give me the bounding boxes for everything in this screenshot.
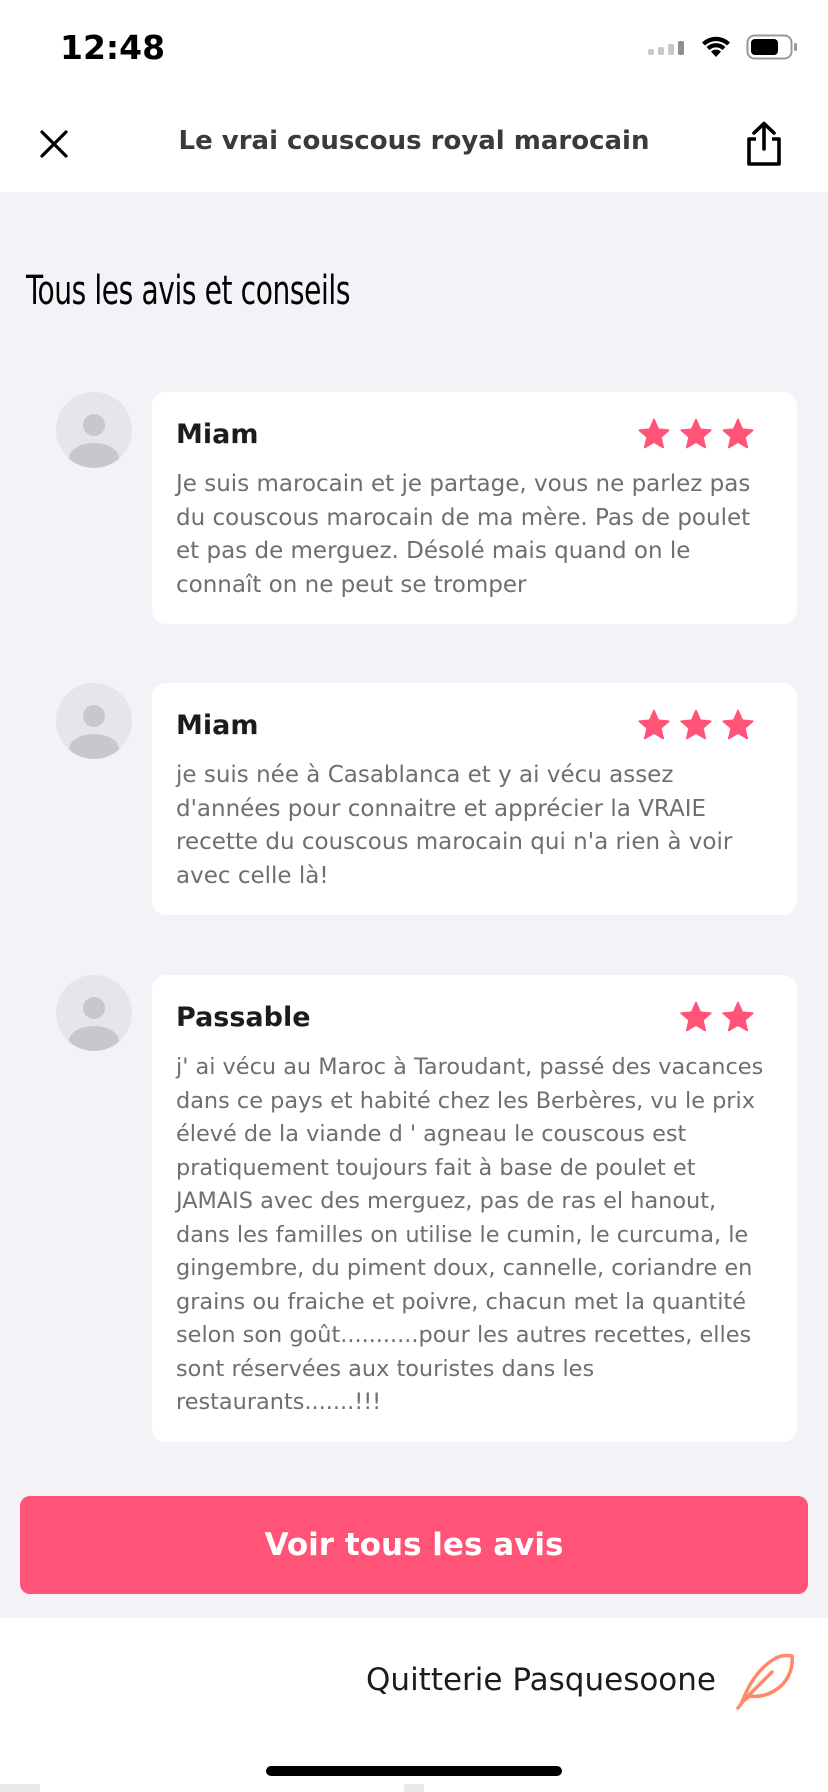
star-icon [680, 709, 712, 740]
user-placeholder-icon [69, 997, 119, 1051]
close-button[interactable] [30, 120, 78, 168]
user-placeholder-icon [69, 414, 119, 468]
share-icon [747, 121, 781, 166]
avatar [56, 392, 132, 468]
status-time: 12:48 [60, 28, 166, 67]
avatar [56, 683, 132, 759]
nav-bar: Le vrai couscous royal marocain [0, 96, 828, 192]
star-icon [680, 418, 712, 449]
star-icon [722, 709, 754, 740]
review-title: Miam [176, 418, 259, 450]
review-card: Passable j' ai vécu au Maroc à Taroudant… [152, 975, 797, 1442]
feather-icon[interactable] [732, 1646, 798, 1712]
user-placeholder-icon [69, 705, 119, 759]
page-title: Le vrai couscous royal marocain [178, 126, 650, 156]
status-icons [648, 34, 798, 60]
review-title: Miam [176, 709, 259, 741]
review-text: j' ai vécu au Maroc à Taroudant, passé d… [176, 1054, 764, 1415]
close-icon [40, 130, 68, 158]
star-icon [722, 1001, 754, 1032]
avatar [56, 975, 132, 1051]
wifi-icon [702, 36, 730, 57]
share-button[interactable] [736, 116, 792, 172]
bottom-edge [404, 1784, 424, 1792]
home-indicator[interactable] [266, 1766, 562, 1776]
review-title: Passable [176, 1001, 311, 1033]
cellular-signal-icon [648, 41, 684, 55]
star-icon [680, 1001, 712, 1032]
star-icon [722, 418, 754, 449]
star-icon [638, 418, 670, 449]
rating-stars [679, 1000, 755, 1034]
battery-icon [746, 34, 797, 60]
bottom-edge [0, 1784, 40, 1792]
author-name[interactable]: Quitterie Pasquesoone [366, 1662, 716, 1698]
review-card: Miam Je suis marocain et je partage, vou… [152, 392, 797, 624]
review-text: Je suis marocain et je partage, vous ne … [176, 471, 751, 598]
review-text: je suis née à Casablanca et y ai vécu as… [176, 762, 733, 889]
rating-stars [637, 417, 755, 451]
star-icon [638, 709, 670, 740]
section-title: Tous les avis et conseils [26, 268, 351, 314]
review-card: Miam je suis née à Casablanca et y ai vé… [152, 683, 797, 915]
author-bar: Quitterie Pasquesoone [0, 1618, 828, 1792]
status-bar: 12:48 [0, 0, 828, 96]
see-all-reviews-button[interactable]: Voir tous les avis [20, 1496, 808, 1594]
rating-stars [637, 708, 755, 742]
